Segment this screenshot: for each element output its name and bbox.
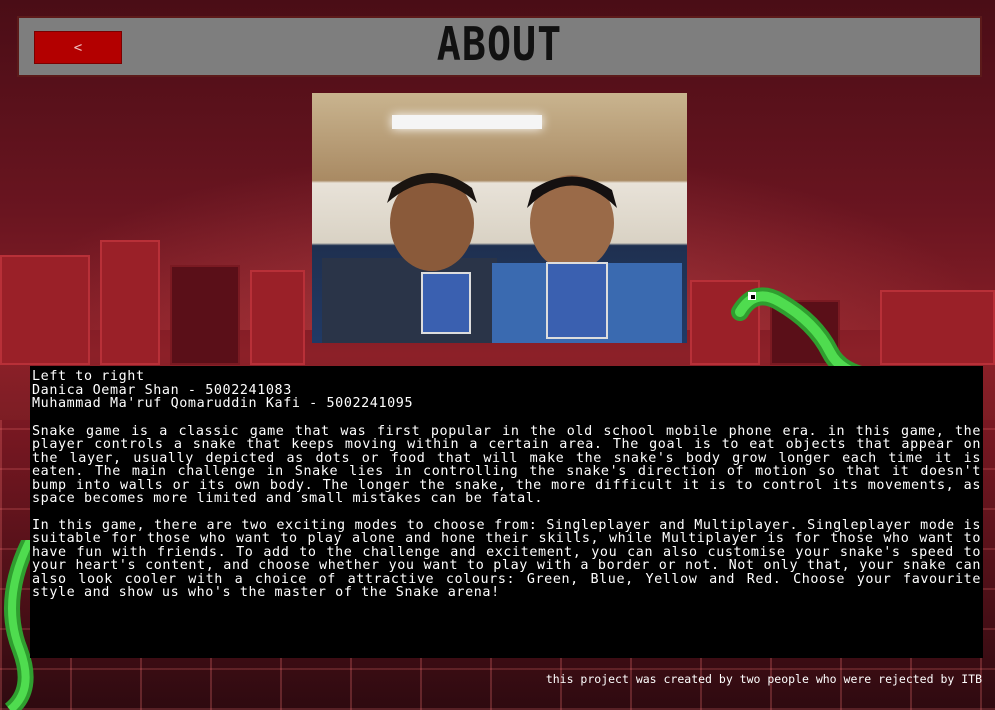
description-paragraph: In this game, there are two exciting mod… — [32, 517, 981, 600]
credit-member: Danica Oemar Shan - 5002241083 — [32, 382, 292, 398]
building — [880, 290, 995, 365]
team-photo — [312, 93, 687, 343]
about-text-panel: Left to right Danica Oemar Shan - 500224… — [30, 366, 983, 658]
ceiling-light — [392, 115, 542, 129]
page-title: ABOUT — [436, 18, 563, 72]
person-left — [322, 173, 497, 343]
footer-note: this project was created by two people w… — [545, 672, 982, 686]
building — [170, 265, 240, 365]
credits-block: Left to right Danica Oemar Shan - 500224… — [32, 370, 981, 411]
credits-heading: Left to right — [32, 369, 145, 384]
building — [0, 255, 90, 365]
header-bar: < ABOUT — [17, 16, 982, 77]
description-paragraph: Snake game is a classic game that was fi… — [32, 423, 981, 506]
credit-member: Muhammad Ma'ruf Qomaruddin Kafi - 500224… — [32, 396, 414, 411]
person-right — [492, 175, 682, 343]
building — [100, 240, 160, 365]
building — [250, 270, 305, 365]
